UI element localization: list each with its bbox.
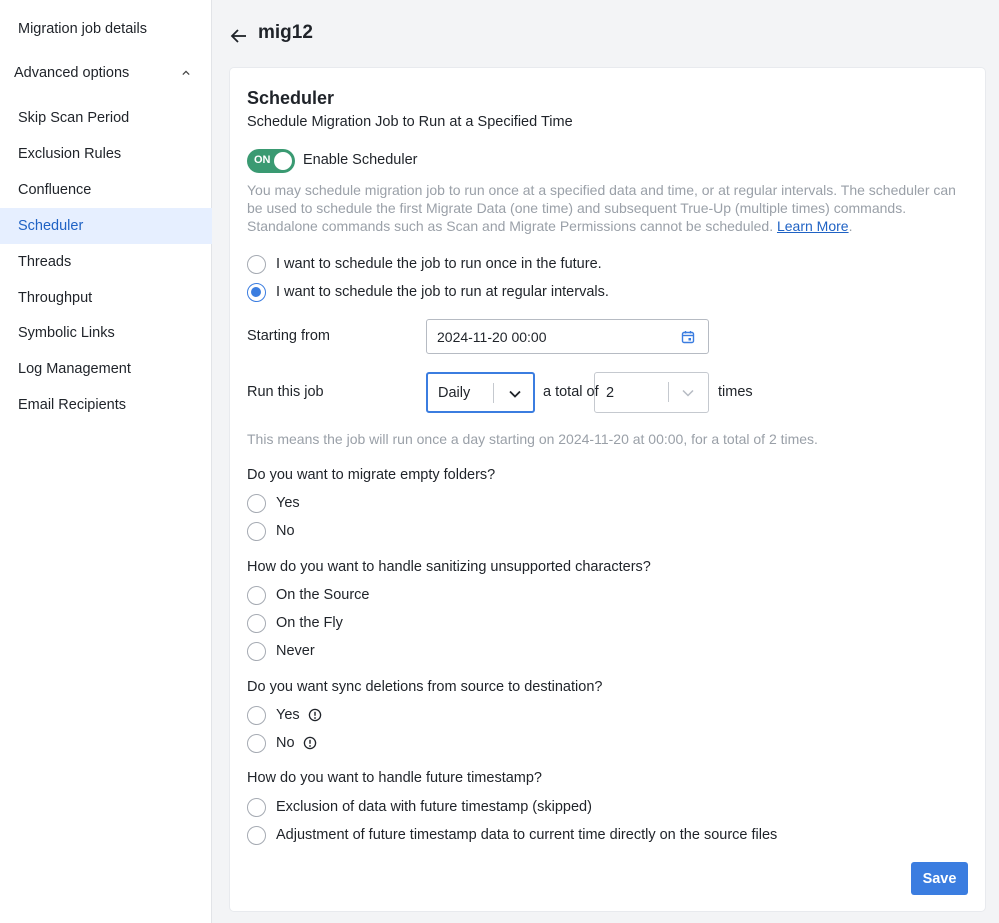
sidebar-item-label: Scheduler — [18, 218, 84, 234]
radio-button[interactable] — [247, 705, 266, 725]
page-title: mig12 — [258, 22, 313, 43]
radio-button[interactable] — [247, 585, 266, 605]
description-text: You may schedule migration job to run on… — [247, 182, 956, 234]
option-label: Adjustment of future timestamp data to c… — [276, 827, 778, 843]
radio-button[interactable] — [247, 641, 266, 661]
sidebar-item-skip-scan-period[interactable]: Skip Scan Period — [0, 100, 212, 136]
sidebar-item-scheduler[interactable]: Scheduler — [0, 208, 212, 244]
toggle-knob — [274, 152, 292, 170]
sanitizing-on-the-fly-option[interactable]: On the Fly — [247, 612, 343, 634]
sanitizing-on-source-option[interactable]: On the Source — [247, 584, 370, 606]
radio-button[interactable] — [247, 493, 266, 513]
save-button[interactable]: Save — [911, 862, 968, 895]
section-subtitle: Schedule Migration Job to Run at a Speci… — [247, 114, 573, 130]
sidebar-item-symbolic-links[interactable]: Symbolic Links — [0, 315, 212, 351]
sidebar-item-label: Confluence — [18, 182, 92, 198]
empty-folders-no-option[interactable]: No — [247, 520, 295, 542]
radio-button[interactable] — [247, 825, 266, 845]
sidebar-item-label: Threads — [18, 254, 72, 270]
radio-button[interactable] — [247, 797, 266, 817]
sidebar-item-label: Log Management — [18, 361, 131, 377]
date-value: 2024-11-20 00:00 — [437, 328, 547, 345]
sidebar-item-exclusion-rules[interactable]: Exclusion Rules — [0, 136, 212, 172]
empty-folders-question: Do you want to migrate empty folders? — [247, 467, 496, 483]
run-job-label: Run this job — [247, 384, 324, 400]
option-label: No — [276, 523, 295, 539]
radio-button[interactable] — [247, 613, 266, 633]
sync-deletions-question: Do you want sync deletions from source t… — [247, 679, 603, 695]
select-divider — [668, 382, 669, 402]
schedule-intervals-option[interactable]: I want to schedule the job to run at reg… — [247, 281, 609, 303]
option-label: I want to schedule the job to run once i… — [276, 256, 602, 272]
sidebar-item-label: Exclusion Rules — [18, 146, 122, 162]
info-icon[interactable] — [308, 708, 322, 722]
count-value: 2 — [606, 384, 615, 401]
option-label: On the Source — [276, 587, 370, 603]
chevron-down-icon[interactable] — [681, 386, 695, 400]
enable-scheduler-toggle[interactable]: ON — [247, 149, 295, 173]
radio-button[interactable] — [247, 521, 266, 541]
sidebar-item-throughput[interactable]: Throughput — [0, 280, 212, 316]
option-label: On the Fly — [276, 615, 343, 631]
sanitizing-never-option[interactable]: Never — [247, 640, 315, 662]
learn-more-link[interactable]: Learn More — [777, 218, 849, 234]
select-divider — [493, 383, 494, 403]
sidebar-item-label: Skip Scan Period — [18, 110, 130, 126]
sync-deletions-yes-option[interactable]: Yes — [247, 704, 322, 726]
sidebar-item-label: Symbolic Links — [18, 325, 115, 341]
radio-button[interactable] — [247, 733, 266, 753]
option-label: I want to schedule the job to run at reg… — [276, 284, 609, 300]
sidebar-item-email-recipients[interactable]: Email Recipients — [0, 387, 212, 423]
sidebar-item-label: Advanced options — [14, 65, 130, 81]
option-label: No — [276, 735, 295, 751]
schedule-summary-hint: This means the job will run once a day s… — [247, 431, 818, 447]
starting-from-input[interactable]: 2024-11-20 00:00 — [426, 319, 709, 354]
starting-from-label: Starting from — [247, 328, 330, 344]
total-of-label: a total of — [543, 384, 599, 400]
scheduler-card: Scheduler Schedule Migration Job to Run … — [230, 68, 985, 911]
sidebar-item-migration-job-details[interactable]: Migration job details — [0, 11, 212, 47]
future-timestamp-adjustment-option[interactable]: Adjustment of future timestamp data to c… — [247, 824, 777, 846]
sidebar-item-log-management[interactable]: Log Management — [0, 351, 212, 387]
count-select[interactable]: 2 — [594, 372, 709, 413]
frequency-select[interactable]: Daily — [426, 372, 535, 413]
sidebar-item-advanced-options[interactable]: Advanced options — [0, 55, 212, 91]
sidebar-item-label: Email Recipients — [18, 397, 126, 413]
sidebar-item-label: Migration job details — [18, 21, 147, 37]
times-label: times — [718, 384, 753, 400]
empty-folders-yes-option[interactable]: Yes — [247, 492, 300, 514]
enable-scheduler-label: Enable Scheduler — [303, 152, 418, 168]
arrow-left-icon[interactable] — [230, 27, 248, 45]
frequency-value: Daily — [438, 384, 471, 401]
sidebar-item-threads[interactable]: Threads — [0, 244, 212, 280]
radio-button-selected[interactable] — [247, 282, 266, 302]
toggle-state-label: ON — [254, 154, 271, 166]
sidebar-item-label: Throughput — [18, 290, 93, 306]
future-timestamp-exclusion-option[interactable]: Exclusion of data with future timestamp … — [247, 796, 592, 818]
radio-button[interactable] — [247, 254, 266, 274]
option-label: Yes — [276, 495, 300, 511]
option-label: Yes — [276, 707, 300, 723]
scheduler-description: You may schedule migration job to run on… — [247, 182, 956, 234]
option-label: Exclusion of data with future timestamp … — [276, 799, 592, 815]
sidebar: Migration job details Advanced options S… — [0, 0, 212, 923]
chevron-up-icon — [182, 70, 190, 76]
option-label: Never — [276, 643, 315, 659]
schedule-once-option[interactable]: I want to schedule the job to run once i… — [247, 253, 602, 275]
sync-deletions-no-option[interactable]: No — [247, 732, 317, 754]
chevron-down-icon[interactable] — [508, 387, 522, 401]
sanitizing-question: How do you want to handle sanitizing uns… — [247, 559, 651, 575]
sidebar-item-confluence[interactable]: Confluence — [0, 172, 212, 208]
calendar-icon[interactable] — [681, 330, 695, 344]
section-title: Scheduler — [247, 88, 335, 108]
info-icon[interactable] — [303, 736, 317, 750]
future-timestamp-question: How do you want to handle future timesta… — [247, 770, 542, 786]
